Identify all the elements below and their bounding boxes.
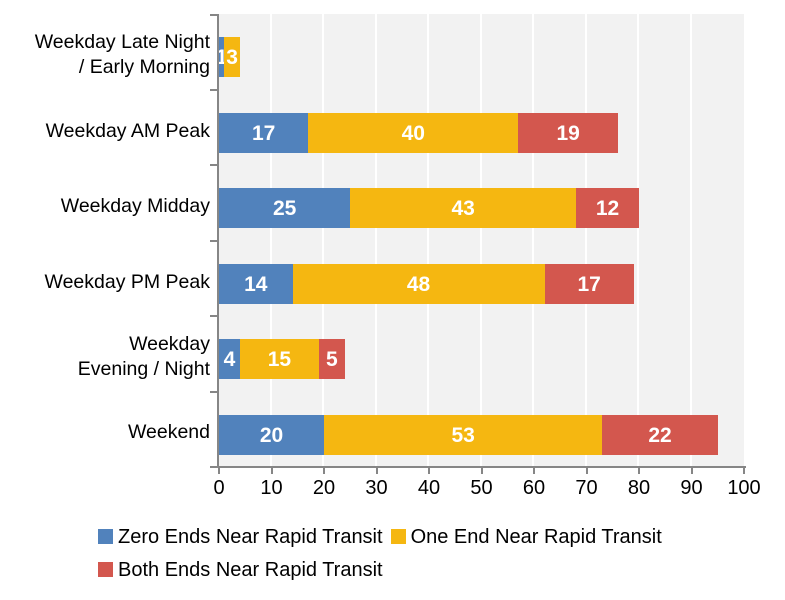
legend-swatch-icon <box>98 529 113 544</box>
bar-segment-both-ends[interactable]: 12 <box>576 188 639 228</box>
bar-value-label: 25 <box>272 196 297 220</box>
x-axis-tick-label: 20 <box>312 477 336 499</box>
bar-value-label: 19 <box>556 121 580 145</box>
x-axis-tick <box>480 467 483 474</box>
bar-segment-zero-ends[interactable]: 14 <box>219 264 293 304</box>
x-axis-tick-label: 60 <box>522 477 546 499</box>
bar-value-label: 17 <box>251 121 276 145</box>
y-axis-tick <box>210 240 218 242</box>
bar-value-label: 22 <box>648 423 672 447</box>
x-axis-tick <box>585 467 588 474</box>
bar-value-label: 20 <box>259 423 284 447</box>
bar-segment-one-end[interactable]: 48 <box>292 264 545 304</box>
x-axis-tick-label: 50 <box>470 477 493 499</box>
y-axis-label-weekday-am-peak: Weekday AM Peak <box>45 120 210 142</box>
legend-label: Both Ends Near Rapid Transit <box>118 558 383 581</box>
x-axis-tick <box>375 467 378 474</box>
bar-value-label: 40 <box>401 121 425 145</box>
gridline <box>322 14 324 466</box>
bar-segment-one-end[interactable]: 43 <box>350 188 576 228</box>
stacked-bar-chart: Weekday Late Night / Early Morning Weekd… <box>0 0 785 600</box>
bar-segment-zero-ends[interactable]: 4 <box>219 339 240 379</box>
gridline <box>532 14 534 466</box>
legend-swatch-icon <box>390 529 406 544</box>
bar-segment-zero-ends[interactable]: 17 <box>219 113 309 153</box>
y-axis-label-weekday-evening-night: Weekday Evening / Night <box>77 333 210 380</box>
y-axis-tick <box>210 89 218 91</box>
gridline <box>479 14 482 466</box>
x-axis-tick-label: 100 <box>727 477 761 499</box>
x-axis-tick-label: 30 <box>365 477 388 499</box>
legend-item-both-ends[interactable]: Both Ends Near Rapid Transit <box>98 558 383 582</box>
bar-segment-both-ends[interactable]: 22 <box>602 415 718 455</box>
bar-segment-one-end[interactable]: 3 <box>224 37 240 77</box>
bar-value-label: 48 <box>406 272 431 296</box>
x-axis-tick <box>638 467 640 474</box>
gridline <box>637 14 639 466</box>
x-axis-tick <box>428 467 430 474</box>
bar-value-label: 53 <box>451 423 475 447</box>
bar-segment-one-end[interactable]: 53 <box>324 415 603 455</box>
x-axis-tick-label: 0 <box>213 477 225 499</box>
legend-item-zero-ends[interactable]: Zero Ends Near Rapid Transit <box>98 525 383 549</box>
legend-swatch-icon <box>98 562 113 577</box>
gridline <box>427 14 429 466</box>
x-axis-tick-label: 40 <box>417 477 441 499</box>
bar-segment-zero-ends[interactable]: 20 <box>219 415 324 455</box>
legend-label: Zero Ends Near Rapid Transit <box>118 525 383 548</box>
y-axis-label-weekday-pm-peak: Weekday PM Peak <box>44 271 210 293</box>
bar-value-label: 15 <box>267 347 292 371</box>
y-axis-label-weekday-late-night: Weekday Late Night / Early Morning <box>34 31 210 78</box>
legend-row: Zero Ends Near Rapid Transit One End Nea… <box>0 520 785 553</box>
x-axis-tick <box>270 467 273 474</box>
bar-segment-one-end[interactable]: 40 <box>308 113 519 153</box>
y-axis-tick <box>210 466 218 468</box>
bar-value-label: 4 <box>223 347 236 371</box>
x-axis-tick-label: 70 <box>575 477 598 499</box>
x-axis-tick <box>690 467 693 474</box>
y-axis-label-weekday-midday: Weekday Midday <box>60 195 210 217</box>
y-axis-label-weekend: Weekend <box>127 421 210 443</box>
gridline <box>269 14 272 466</box>
bar-value-label: 17 <box>577 272 601 296</box>
x-axis-tick-label: 90 <box>680 477 703 499</box>
y-axis-tick <box>210 315 218 317</box>
bar-value-label: 43 <box>451 196 475 220</box>
x-axis-tick <box>218 467 220 474</box>
gridline <box>374 14 377 466</box>
bar-value-label: 14 <box>244 272 268 296</box>
x-axis-tick <box>533 467 535 474</box>
legend-row: Both Ends Near Rapid Transit <box>0 553 785 586</box>
x-axis-tick <box>743 467 745 474</box>
bar-value-label: 3 <box>226 45 238 69</box>
bar-segment-one-end[interactable]: 15 <box>240 339 319 379</box>
gridline <box>689 14 692 466</box>
x-axis-tick-label: 80 <box>627 477 651 499</box>
gridline <box>584 14 587 466</box>
bar-segment-both-ends[interactable]: 5 <box>318 339 345 379</box>
y-axis-tick <box>210 391 218 393</box>
x-axis-tick <box>323 467 325 474</box>
chart-legend: Zero Ends Near Rapid Transit One End Nea… <box>0 520 785 586</box>
bar-segment-zero-ends[interactable]: 25 <box>219 188 351 228</box>
x-axis-tick-label: 10 <box>260 477 283 499</box>
legend-label: One End Near Rapid Transit <box>410 525 662 548</box>
legend-item-one-end[interactable]: One End Near Rapid Transit <box>390 525 662 549</box>
bar-segment-both-ends[interactable]: 19 <box>518 113 618 153</box>
bar-value-label: 12 <box>595 196 620 220</box>
bar-value-label: 5 <box>326 347 338 371</box>
y-axis-tick <box>210 164 218 166</box>
bar-segment-both-ends[interactable]: 17 <box>544 264 634 304</box>
y-axis-tick <box>210 14 218 16</box>
plot-area <box>219 14 744 466</box>
